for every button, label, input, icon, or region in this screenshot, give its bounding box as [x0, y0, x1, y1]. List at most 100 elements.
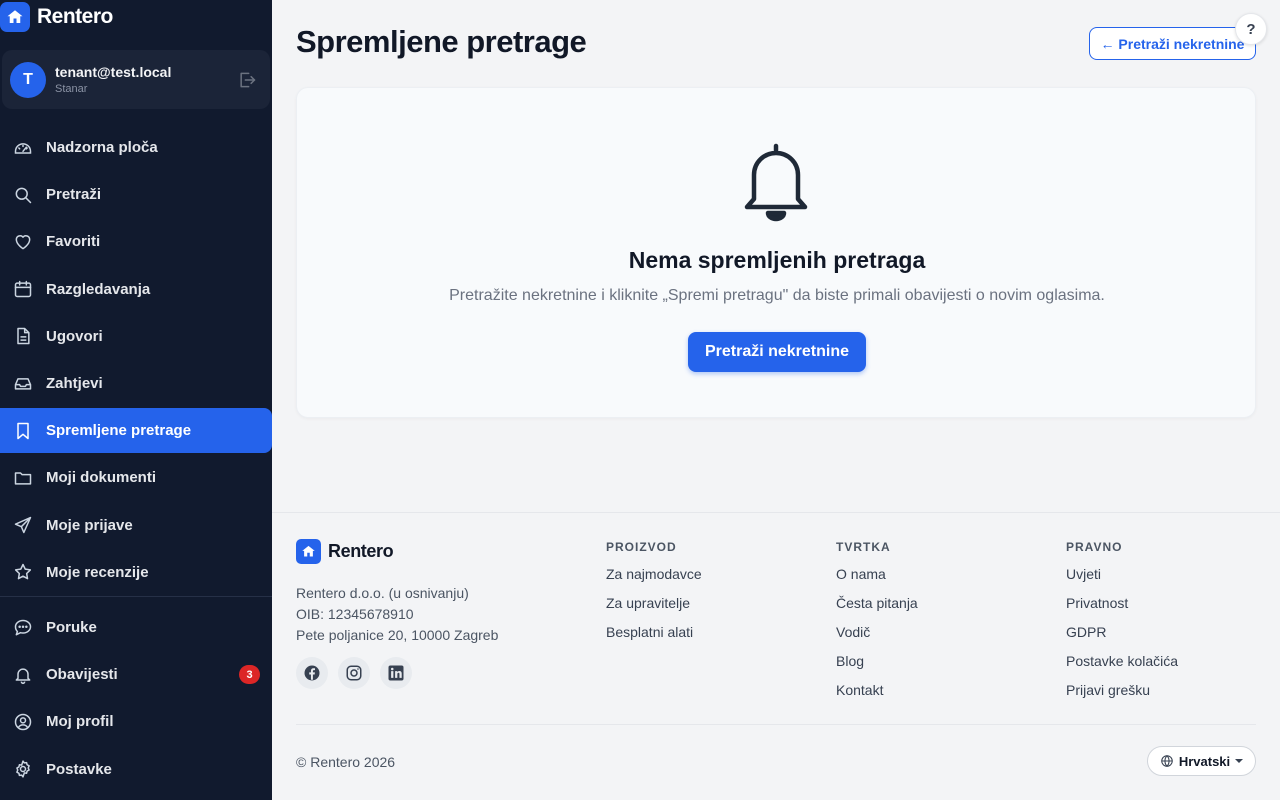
send-icon — [12, 514, 34, 536]
footer-link[interactable]: Vodič — [836, 624, 918, 653]
sidebar-item-saved-searches[interactable]: Spremljene pretrage — [0, 408, 272, 454]
sidebar-item-notifications[interactable]: Obavijesti 3 — [0, 652, 272, 697]
sidebar-divider — [0, 596, 272, 597]
sidebar-nav-secondary: Poruke Obavijesti 3 Moj profil Postavke — [0, 605, 272, 794]
language-label: Hrvatski — [1178, 753, 1231, 769]
sidebar-item-reviews[interactable]: Moje recenzije — [0, 550, 272, 595]
home-logo-icon — [296, 539, 321, 564]
sidebar-item-label: Pretraži — [46, 186, 102, 204]
sidebar-nav: Nadzorna ploča Pretraži Favoriti Razgled… — [0, 125, 272, 597]
bookmark-icon — [12, 420, 34, 442]
footer-link[interactable]: O nama — [836, 566, 918, 595]
bell-icon — [740, 141, 812, 230]
sidebar-item-favorites[interactable]: Favoriti — [0, 219, 272, 264]
company-info: Rentero d.o.o. (u osnivanju) OIB: 123456… — [296, 583, 498, 646]
brand-name: Rentero — [37, 5, 113, 28]
company-name: Rentero d.o.o. (u osnivanju) — [296, 585, 469, 601]
sidebar-item-label: Postavke — [46, 760, 112, 778]
company-address: Pete poljanice 20, 10000 Zagreb — [296, 627, 499, 643]
language-selector[interactable]: Hrvatski — [1147, 746, 1256, 776]
home-logo-icon — [0, 2, 30, 32]
sidebar-item-label: Zahtjevi — [46, 374, 103, 392]
footer-link[interactable]: Postavke kolačića — [1066, 653, 1178, 682]
brand[interactable]: Rentero — [0, 0, 113, 34]
sidebar-item-settings[interactable]: Postavke — [0, 747, 272, 792]
page-title: Spremljene pretrage — [296, 24, 587, 59]
main-content: Spremljene pretrage ← Pretraži nekretnin… — [272, 0, 1280, 800]
sidebar-item-documents[interactable]: Moji dokumenti — [0, 455, 272, 500]
sidebar-item-applications[interactable]: Moje prijave — [0, 503, 272, 548]
empty-state-title: Nema spremljenih pretraga — [628, 247, 926, 273]
search-properties-button[interactable]: Pretraži nekretnine — [688, 332, 866, 372]
footer-col-heading: PRAVNO — [1066, 540, 1123, 554]
instagram-icon[interactable] — [338, 657, 370, 689]
footer-col-heading: PROIZVOD — [606, 540, 677, 554]
help-button[interactable]: ? — [1235, 13, 1267, 45]
sidebar-item-requests[interactable]: Zahtjevi — [0, 361, 272, 406]
sidebar-item-label: Ugovori — [46, 327, 103, 345]
sidebar-item-label: Obavijesti — [46, 666, 118, 684]
sidebar-item-messages[interactable]: Poruke — [0, 605, 272, 650]
footer-link[interactable]: Prijavi grešku — [1066, 682, 1178, 711]
user-circle-icon — [12, 711, 34, 733]
sidebar-item-viewings[interactable]: Razgledavanja — [0, 267, 272, 312]
sidebar-item-label: Spremljene pretrage — [46, 422, 192, 440]
bell-icon — [12, 664, 34, 686]
copyright: © Rentero 2026 — [296, 754, 396, 770]
folder-icon — [12, 467, 34, 489]
sidebar-item-label: Moji dokumenti — [46, 469, 156, 487]
empty-state-subtitle: Pretražite nekretnine i kliknite „Spremi… — [449, 287, 1105, 304]
footer-link[interactable]: Za najmodavce — [606, 566, 702, 595]
social-links — [296, 657, 412, 689]
footer-brand-name: Rentero — [328, 541, 394, 561]
footer-col-heading: TVRTKA — [836, 540, 891, 554]
footer-link[interactable]: Za upravitelje — [606, 595, 702, 624]
search-icon — [12, 184, 34, 206]
sidebar-item-label: Favoriti — [46, 233, 101, 251]
footer-brand[interactable]: Rentero — [296, 539, 394, 564]
footer-divider — [296, 724, 1256, 725]
chat-icon — [12, 617, 34, 639]
sidebar-item-label: Moje prijave — [46, 516, 133, 534]
inbox-icon — [12, 372, 34, 394]
sidebar-item-profile[interactable]: Moj profil — [0, 699, 272, 744]
footer-link[interactable]: Uvjeti — [1066, 566, 1178, 595]
footer-link[interactable]: Privatnost — [1066, 595, 1178, 624]
facebook-icon[interactable] — [296, 657, 328, 689]
sidebar-item-contracts[interactable]: Ugovori — [0, 314, 272, 359]
logout-icon[interactable] — [236, 70, 258, 95]
footer-col-legal: PRAVNO Uvjeti Privatnost GDPR Postavke k… — [1066, 540, 1178, 711]
sidebar-item-label: Razgledavanja — [46, 280, 151, 298]
sidebar-item-search[interactable]: Pretraži — [0, 172, 272, 217]
company-oib: OIB: 12345678910 — [296, 606, 414, 622]
footer-col-company: TVRTKA O nama Česta pitanja Vodič Blog K… — [836, 540, 918, 711]
sidebar-item-label: Moje recenzije — [46, 563, 149, 581]
footer-link[interactable]: Kontakt — [836, 682, 918, 711]
dashboard-icon — [12, 137, 34, 159]
footer-col-product: PROIZVOD Za najmodavce Za upravitelje Be… — [606, 540, 702, 653]
user-role: Stanar — [55, 83, 88, 95]
gear-icon — [12, 758, 34, 780]
star-icon — [12, 561, 34, 583]
footer: Rentero Rentero d.o.o. (u osnivanju) OIB… — [272, 512, 1280, 800]
user-card: T tenant@test.local Stanar — [2, 50, 270, 109]
footer-link[interactable]: Česta pitanja — [836, 595, 918, 624]
heart-icon — [12, 231, 34, 253]
document-icon — [12, 325, 34, 347]
sidebar-item-label: Moj profil — [46, 713, 114, 731]
footer-link[interactable]: Blog — [836, 653, 918, 682]
notification-count-badge: 3 — [239, 665, 260, 685]
footer-link[interactable]: GDPR — [1066, 624, 1178, 653]
empty-state-card: Nema spremljenih pretraga Pretražite nek… — [296, 87, 1256, 418]
footer-link[interactable]: Besplatni alati — [606, 624, 702, 653]
search-properties-link-button[interactable]: ← Pretraži nekretnine — [1089, 27, 1256, 60]
sidebar-item-label: Nadzorna ploča — [46, 139, 158, 156]
sidebar-item-label: Poruke — [46, 619, 97, 636]
avatar: T — [10, 61, 46, 98]
linkedin-icon[interactable] — [380, 657, 412, 689]
globe-icon — [1160, 754, 1174, 768]
caret-down-icon — [1235, 758, 1244, 764]
sidebar: Rentero T tenant@test.local Stanar Nadzo… — [0, 0, 272, 800]
calendar-icon — [12, 278, 34, 300]
sidebar-item-dashboard[interactable]: Nadzorna ploča — [0, 125, 272, 170]
